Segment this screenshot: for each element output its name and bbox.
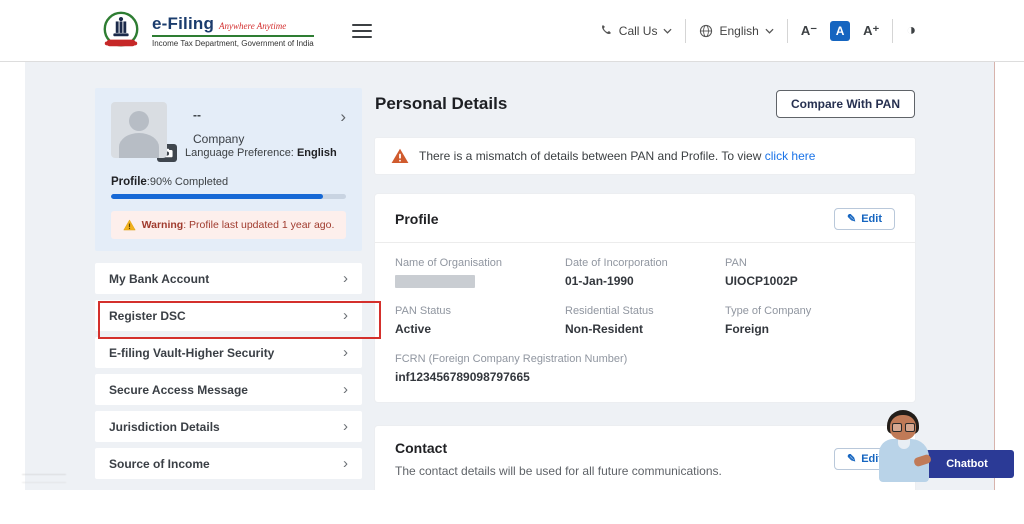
field-pan: PAN UIOCP1002P (725, 257, 895, 288)
header-divider (685, 19, 686, 43)
field-residential-status: Residential Status Non-Resident (565, 305, 725, 336)
call-us-dropdown[interactable]: Call Us (600, 24, 673, 38)
watermark-artifact (22, 474, 66, 483)
chevron-down-icon (663, 28, 672, 34)
profile-name: -- (193, 108, 340, 122)
phone-icon (600, 24, 613, 37)
pan-mismatch-alert: There is a mismatch of details between P… (375, 138, 915, 174)
sidebar-item-efiling-vault[interactable]: E-filing Vault-Higher Security› (95, 337, 362, 368)
divider (375, 242, 915, 243)
sidebar-menu: My Bank Account› Register DSC› E-filing … (95, 263, 362, 479)
sidebar-item-my-bank-account[interactable]: My Bank Account› (95, 263, 362, 294)
field-date-of-incorporation: Date of Incorporation 01-Jan-1990 (565, 257, 725, 288)
call-us-label: Call Us (619, 24, 658, 38)
contact-section-subtitle: The contact details will be used for all… (395, 464, 722, 478)
field-type-of-company: Type of Company Foreign (725, 305, 895, 336)
header-divider (787, 19, 788, 43)
font-normal-button[interactable]: A (830, 21, 850, 41)
sidebar-item-secure-access-message[interactable]: Secure Access Message› (95, 374, 362, 405)
header-divider (892, 19, 893, 43)
brand-logo-group: e-Filing Anywhere Anytime Income Tax Dep… (100, 10, 372, 52)
click-here-link[interactable]: click here (765, 149, 816, 163)
profile-warning-text: Warning: Profile last updated 1 year ago… (142, 219, 335, 231)
alert-triangle-icon (391, 148, 409, 164)
page-body: -- Company › Language Preference: Englis… (25, 62, 995, 490)
field-pan-status: PAN Status Active (395, 305, 565, 336)
brand-tagline: Anywhere Anytime (219, 21, 286, 31)
sidebar-item-source-of-income[interactable]: Source of Income› (95, 448, 362, 479)
profile-completion-label: Profile:90% Completed (111, 176, 346, 188)
font-increase-button[interactable]: A⁺ (863, 23, 879, 39)
profile-section-title: Profile (395, 211, 439, 227)
chatbot-button[interactable]: Chatbot (920, 450, 1014, 478)
field-name-of-organisation: Name of Organisation (395, 257, 565, 288)
font-decrease-button[interactable]: A⁻ (801, 23, 817, 39)
profile-edit-button[interactable]: ✎ Edit (834, 208, 895, 230)
main-content: Personal Details Compare With PAN There … (375, 62, 915, 490)
screen-edge-artifact (994, 0, 995, 490)
language-dropdown[interactable]: English (699, 24, 773, 38)
language-preference: Language Preference: English (185, 147, 337, 159)
alert-text: There is a mismatch of details between P… (419, 149, 815, 163)
chevron-down-icon (765, 28, 774, 34)
profile-chevron-right-icon[interactable]: › (340, 108, 346, 158)
chevron-right-icon: › (343, 307, 348, 324)
chatbot-avatar[interactable] (874, 410, 934, 482)
chevron-right-icon: › (343, 381, 348, 398)
brand-name: e-Filing (152, 14, 214, 34)
chevron-right-icon: › (343, 344, 348, 361)
compare-with-pan-button[interactable]: Compare With PAN (776, 90, 915, 118)
warning-triangle-icon (123, 219, 136, 231)
profile-type: Company (193, 132, 340, 146)
sidebar-item-register-dsc[interactable]: Register DSC› (95, 300, 362, 331)
profile-progress-fill (111, 194, 323, 199)
field-fcrn: FCRN (Foreign Company Registration Numbe… (395, 353, 895, 384)
profile-warning-banner: Warning: Profile last updated 1 year ago… (111, 211, 346, 239)
pencil-icon: ✎ (847, 454, 856, 465)
page-title: Personal Details (375, 94, 507, 114)
pencil-icon: ✎ (847, 214, 856, 225)
globe-icon (699, 24, 713, 38)
profile-progress-bar (111, 194, 346, 199)
top-header: e-Filing Anywhere Anytime Income Tax Dep… (0, 0, 1024, 62)
profile-sidebar: -- Company › Language Preference: Englis… (95, 88, 362, 485)
avatar (111, 102, 167, 158)
chevron-right-icon: › (343, 418, 348, 435)
contrast-toggle-icon[interactable]: ◑ (906, 22, 916, 40)
profile-summary-card: -- Company › Language Preference: Englis… (95, 88, 362, 251)
chevron-right-icon: › (343, 270, 348, 287)
language-label: English (719, 24, 758, 38)
brand-subtitle: Income Tax Department, Government of Ind… (152, 39, 314, 48)
contact-section-card: Contact The contact details will be used… (375, 426, 915, 490)
chevron-right-icon: › (343, 455, 348, 472)
profile-section-card: Profile ✎ Edit Name of Organisation Date… (375, 194, 915, 402)
contact-section-title: Contact (395, 440, 722, 456)
redacted-value (395, 275, 475, 288)
sidebar-item-jurisdiction-details[interactable]: Jurisdiction Details› (95, 411, 362, 442)
income-tax-emblem-icon (100, 10, 142, 52)
hamburger-menu-icon[interactable] (352, 24, 372, 38)
